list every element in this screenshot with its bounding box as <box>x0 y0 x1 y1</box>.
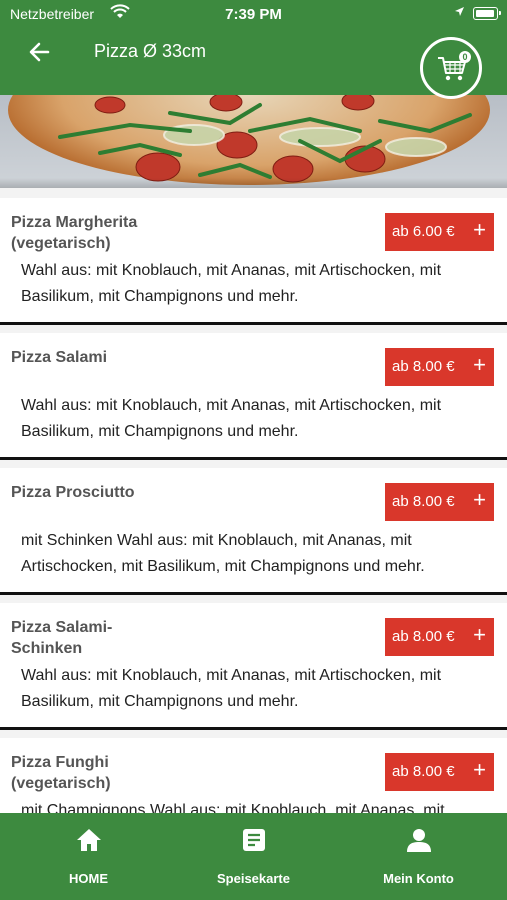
tab-label: Speisekarte <box>217 871 290 886</box>
add-to-cart-button[interactable]: ab 8.00 € + <box>385 483 494 521</box>
plus-icon: + <box>473 217 486 242</box>
price-label: ab 6.00 € <box>392 223 455 240</box>
product-name: Pizza Funghi (vegetarisch) <box>11 754 111 792</box>
plus-icon: + <box>473 352 486 377</box>
product-description: Wahl aus: mit Knoblauch, mit Ananas, mit… <box>21 397 442 440</box>
category-hero-image <box>0 95 507 188</box>
tab-speisekarte[interactable]: Speisekarte <box>169 813 338 900</box>
product-list: Pizza Margherita (vegetarisch) ab 6.00 €… <box>0 198 507 873</box>
tab-home[interactable]: HOME <box>4 813 173 900</box>
cart-button[interactable]: 0 <box>420 37 482 99</box>
price-label: ab 8.00 € <box>392 763 455 780</box>
product-card[interactable]: Pizza Salami-Schinken ab 8.00 € + Wahl au… <box>0 603 507 730</box>
clock: 7:39 PM <box>225 6 282 23</box>
product-name: Pizza Prosciutto <box>11 484 135 501</box>
account-icon <box>334 828 503 854</box>
price-label: ab 8.00 € <box>392 628 455 645</box>
location-icon <box>454 6 465 20</box>
price-label: ab 8.00 € <box>392 493 455 510</box>
add-to-cart-button[interactable]: ab 8.00 € + <box>385 348 494 386</box>
add-to-cart-button[interactable]: ab 8.00 € + <box>385 753 494 791</box>
product-description: Wahl aus: mit Knoblauch, mit Ananas, mit… <box>21 262 442 305</box>
price-label: ab 8.00 € <box>392 358 455 375</box>
add-to-cart-button[interactable]: ab 8.00 € + <box>385 618 494 656</box>
status-bar: Netzbetreiber 7:39 PM <box>0 0 507 28</box>
add-to-cart-button[interactable]: ab 6.00 € + <box>385 213 494 251</box>
cart-count-badge: 0 <box>459 51 471 63</box>
product-name: Pizza Salami <box>11 349 108 366</box>
plus-icon: + <box>473 757 486 782</box>
home-icon <box>4 828 173 854</box>
product-card[interactable]: Pizza Prosciutto ab 8.00 € + mit Schinken… <box>0 468 507 595</box>
product-name: Pizza Salami-Schinken <box>11 619 113 657</box>
menu-card-icon <box>169 828 338 854</box>
plus-icon: + <box>473 622 486 647</box>
product-description: Wahl aus: mit Knoblauch, mit Ananas, mit… <box>21 667 442 710</box>
product-name: Pizza Margherita (vegetarisch) <box>11 214 138 252</box>
back-arrow-icon[interactable] <box>26 38 54 66</box>
product-description: mit Schinken Wahl aus: mit Knoblauch, mi… <box>21 532 425 575</box>
plus-icon: + <box>473 487 486 512</box>
battery-icon <box>473 7 501 20</box>
tab-label: HOME <box>69 871 108 886</box>
product-card[interactable]: Pizza Margherita (vegetarisch) ab 6.00 €… <box>0 198 507 325</box>
bottom-tab-bar: HOME Speisekarte Mein Konto <box>0 813 507 900</box>
product-card[interactable]: Pizza Salami ab 8.00 € + Wahl aus: mit Kn… <box>0 333 507 460</box>
tab-mein-konto[interactable]: Mein Konto <box>334 813 503 900</box>
page-title: Pizza Ø 33cm <box>94 41 207 61</box>
tab-label: Mein Konto <box>383 871 454 886</box>
